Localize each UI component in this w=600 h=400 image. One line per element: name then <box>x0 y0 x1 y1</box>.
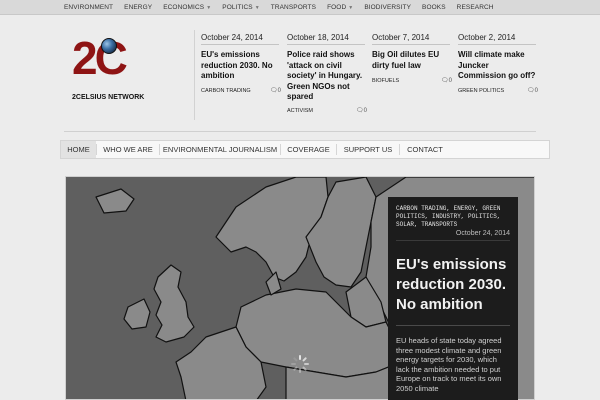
header-article[interactable]: October 2, 2014 Will climate make Juncke… <box>458 33 536 82</box>
article-category[interactable]: Carbon Trading <box>201 88 251 94</box>
comment-icon: 🗨 <box>527 88 535 94</box>
top-nav-research[interactable]: Research <box>457 4 494 11</box>
article-title[interactable]: Police raid shows 'attack on civil socie… <box>287 50 365 103</box>
top-bar: Environment Energy Economics ▼ Politics ▼ … <box>0 0 600 15</box>
top-nav-books[interactable]: Books <box>422 4 446 11</box>
top-nav-label: Politics <box>222 4 253 11</box>
logo-mark: 2C <box>72 32 128 84</box>
article-date: October 2, 2014 <box>458 33 536 45</box>
site-logo[interactable]: 2C 2CELSIUS NETWORK <box>70 35 160 105</box>
top-nav-label: Environment <box>64 4 114 11</box>
nav-environmental-journalism[interactable]: Environmental Journalism <box>160 141 280 158</box>
comment-count[interactable]: 🗨0 <box>356 107 367 114</box>
logo-name: 2CELSIUS NETWORK <box>72 94 145 101</box>
top-nav: Environment Energy Economics ▼ Politics ▼ … <box>64 0 505 15</box>
top-nav-energy[interactable]: Energy <box>124 4 152 11</box>
nav-coverage[interactable]: Coverage <box>281 141 336 158</box>
article-date: October 18, 2014 <box>287 33 365 45</box>
article-category[interactable]: Green Politics <box>458 88 504 94</box>
nav-contact[interactable]: Contact <box>400 141 450 158</box>
nav-home[interactable]: Home <box>61 141 96 158</box>
article-date: October 24, 2014 <box>201 33 279 45</box>
featured-date: October 24, 2014 <box>396 230 510 241</box>
nav-support-us[interactable]: Support us <box>337 141 399 158</box>
top-nav-label: Books <box>422 4 446 11</box>
top-nav-label: Transports <box>270 4 317 11</box>
comment-count-value: 0 <box>363 108 367 114</box>
comment-icon: 🗨 <box>441 78 449 84</box>
top-nav-economics[interactable]: Economics ▼ <box>163 4 211 11</box>
featured-caption: Carbon Trading, Energy, Green Politics, … <box>388 197 518 400</box>
header-article[interactable]: October 7, 2014 Big Oil dilutes EU dirty… <box>372 33 450 71</box>
divider <box>194 30 195 120</box>
comment-count-value: 0 <box>277 88 281 94</box>
comment-count[interactable]: 🗨0 <box>270 87 281 94</box>
comment-icon: 🗨 <box>356 108 364 114</box>
top-nav-food[interactable]: Food ▼ <box>327 4 353 11</box>
article-date: October 7, 2014 <box>372 33 450 45</box>
article-title[interactable]: Will climate make Juncker Commission go … <box>458 50 536 82</box>
featured-tags[interactable]: Carbon Trading, Energy, Green Politics, … <box>396 205 510 229</box>
globe-icon <box>101 38 117 54</box>
nav-who-we-are[interactable]: Who we are <box>97 141 159 158</box>
top-nav-label: Biodiversity <box>364 4 412 11</box>
top-nav-label: Energy <box>124 4 153 11</box>
featured-title[interactable]: EU's emissions reduction 2030. No ambiti… <box>396 255 510 315</box>
comment-icon: 🗨 <box>270 88 278 94</box>
header-article[interactable]: October 24, 2014 EU's emissions reductio… <box>201 33 279 82</box>
article-category[interactable]: Activism <box>287 108 313 114</box>
featured-divider <box>396 325 510 326</box>
featured-excerpt: EU heads of state today agreed three mod… <box>396 336 502 393</box>
comment-count[interactable]: 🗨0 <box>527 87 538 94</box>
caret-down-icon: ▼ <box>348 5 354 11</box>
top-nav-environment[interactable]: Environment <box>64 4 113 11</box>
header-article[interactable]: October 18, 2014 Police raid shows 'atta… <box>287 33 365 103</box>
article-title[interactable]: EU's emissions reduction 2030. No ambiti… <box>201 50 279 82</box>
loading-spinner-icon <box>291 355 309 373</box>
main-nav: Home Who we are Environmental Journalism… <box>60 140 550 159</box>
comment-count-value: 0 <box>534 88 538 94</box>
caret-down-icon: ▼ <box>206 5 212 11</box>
top-nav-label: Economics <box>163 4 205 11</box>
top-nav-politics[interactable]: Politics ▼ <box>222 4 259 11</box>
top-nav-biodiversity[interactable]: Biodiversity <box>364 4 411 11</box>
top-nav-transports[interactable]: Transports <box>271 4 316 11</box>
header-divider <box>64 131 536 132</box>
article-category[interactable]: Biofuels <box>372 78 399 84</box>
top-nav-label: Research <box>456 4 494 11</box>
caret-down-icon: ▼ <box>254 5 260 11</box>
top-nav-label: Food <box>327 4 347 11</box>
article-title[interactable]: Big Oil dilutes EU dirty fuel law <box>372 50 450 71</box>
comment-count[interactable]: 🗨0 <box>441 77 452 84</box>
comment-count-value: 0 <box>448 78 452 84</box>
